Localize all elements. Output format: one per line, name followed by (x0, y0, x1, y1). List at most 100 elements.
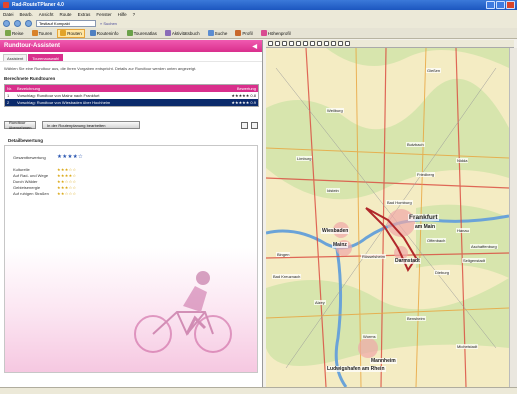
atlas-icon (126, 30, 133, 36)
row-name: Vorschlag: Rundtour von Wiesbaden über H… (17, 100, 111, 105)
menu-item[interactable]: ? (133, 12, 136, 17)
toolbar-button-aktivitaetsbuch[interactable]: Aktivitätsbuch (162, 29, 203, 38)
map-label: Worms (362, 334, 377, 339)
elevation-icon (260, 30, 267, 36)
rating-stars: ★★☆☆☆ (57, 178, 77, 184)
map-toolbar (266, 40, 514, 48)
row-rating: ★★★★★ 0.9 (231, 100, 256, 105)
tab-tourenauswahl[interactable]: Tourenauswahl (28, 54, 64, 61)
header-nr[interactable]: Nr. (7, 86, 17, 91)
search-link[interactable]: » Suchen (100, 21, 117, 26)
zoom-in-icon[interactable] (268, 41, 273, 46)
measure-icon[interactable] (296, 41, 301, 46)
route-draw-icon[interactable] (303, 41, 308, 46)
map-label: Hanau (456, 228, 470, 233)
main-toolbar: Reise Touren Routen Routeninfo Tourenatl… (0, 28, 517, 39)
gps-icon[interactable] (331, 41, 336, 46)
rundtour-assistant-panel: Rundtour-Assistent ◀ Assistent Tourenaus… (0, 40, 263, 387)
select-icon[interactable] (289, 41, 294, 46)
assistant-description: Wählen Sie eine Rundtour aus, die Ihren … (0, 61, 262, 73)
toolbar-button-routen[interactable]: Routen (57, 28, 85, 38)
toolbar-button-profil[interactable]: Profil (232, 29, 255, 38)
rating-row: Gesamtbewertung ★★★★☆ (13, 154, 83, 160)
row-nr: 2 (7, 100, 10, 105)
show-route-button[interactable]: Rundtour übernehmen (4, 120, 36, 130)
rating-row: Gebietsenergie ★★★☆☆ (13, 184, 83, 190)
toolbar-button-suche[interactable]: Suche (205, 29, 231, 38)
rating-row: Kulturelle ★★★☆☆ (13, 166, 83, 172)
map-view[interactable]: Frankfurt am Main Wiesbaden Mainz Darmst… (266, 48, 509, 387)
details-box: Detailbewertung Gesamtbewertung ★★★★☆ Ku… (4, 138, 258, 373)
assistant-title: Rundtour-Assistent (4, 43, 60, 49)
map-graphic (266, 48, 509, 387)
assistant-tabs: Assistent Tourenauswahl (0, 52, 262, 61)
rating-stars: ★★★☆☆ (57, 166, 77, 172)
menu-item[interactable]: Fenster (96, 12, 111, 17)
zoom-out-icon[interactable] (275, 41, 280, 46)
map-label: Rüsselsheim (361, 254, 386, 259)
toolbar-button-touren[interactable]: Touren (29, 29, 56, 38)
pan-icon[interactable] (282, 41, 287, 46)
close-button[interactable] (506, 1, 515, 9)
map-label: Limburg (296, 156, 313, 161)
maximize-button[interactable] (496, 1, 505, 9)
menu-item[interactable]: Bearb. (20, 12, 33, 17)
table-row[interactable]: 1 Vorschlag: Rundtour von Mainz nach Fra… (5, 92, 258, 99)
map-label: Idstein (326, 188, 340, 193)
map-label: Gießen (426, 68, 442, 73)
rating-stars: ★★☆☆☆ (57, 190, 77, 196)
title-bar: Rad-RouteTPlaner 4.0 (0, 0, 517, 10)
edit-route-button[interactable]: In der Routenplanung bearbeiten (42, 121, 140, 129)
routen-icon (60, 30, 67, 36)
rating-label: Auf Rad- und Wege (13, 172, 49, 178)
print-map-icon[interactable] (324, 41, 329, 46)
forward-icon[interactable] (14, 19, 21, 27)
app-icon (3, 2, 9, 8)
info-icon[interactable] (338, 41, 343, 46)
map-label: Bad Homburg (386, 200, 413, 205)
book-icon (164, 30, 171, 36)
menu-item[interactable]: Route (60, 12, 72, 17)
header-name[interactable]: Bezeichnung (17, 86, 228, 91)
map-label: Seligenstadt (462, 258, 487, 263)
layer-icon[interactable] (317, 41, 322, 46)
toolbar-button-hoehenprofil[interactable]: Höhenprofil (258, 29, 294, 38)
waypoint-icon[interactable] (310, 41, 315, 46)
minimize-button[interactable] (486, 1, 495, 9)
map-label: Bad Kreuznach (272, 274, 302, 279)
back-icon[interactable] (3, 19, 10, 27)
table-row[interactable]: 2 Vorschlag: Rundtour von Wiesbaden über… (5, 99, 258, 106)
map-label: Aschaffenburg (470, 244, 498, 249)
project-combo[interactable]: Testlauf Kompakt (36, 19, 96, 27)
map-label: Frankfurt (408, 214, 439, 221)
map-label: Mainz (332, 242, 348, 248)
map-label: Mannheim (370, 358, 397, 364)
refresh-icon[interactable] (345, 41, 350, 46)
map-label: Michelstadt (456, 344, 479, 349)
rating-label: Kulturelle (13, 166, 30, 172)
header-rating[interactable]: Bewertung (228, 86, 256, 91)
map-label: Alzey (314, 300, 326, 305)
print-icon[interactable] (241, 121, 248, 129)
menu-item[interactable]: Hilfe (118, 12, 127, 17)
menu-item[interactable]: Ansicht (39, 12, 54, 17)
export-icon[interactable] (251, 121, 258, 129)
toolbar-button-reise[interactable]: Reise (2, 29, 27, 38)
rating-row: Durch Wälder ★★☆☆☆ (13, 178, 83, 184)
menu-bar: Datei Bearb. Ansicht Route Extras Fenste… (0, 10, 517, 18)
profile-icon (235, 30, 242, 36)
rating-stars: ★★★★☆ (57, 172, 77, 178)
tab-assistent[interactable]: Assistent (3, 54, 28, 61)
menu-item[interactable]: Datei (3, 12, 14, 17)
map-label: Darmstadt (394, 258, 421, 264)
assistant-header: Rundtour-Assistent ◀ (0, 40, 262, 52)
menu-item[interactable]: Extras (78, 12, 91, 17)
pin-icon[interactable]: ◀ (252, 43, 257, 50)
home-icon[interactable] (25, 19, 32, 27)
status-bar (0, 387, 517, 394)
toolbar-button-tourenatlas[interactable]: Tourenatlas (124, 29, 160, 38)
map-scrollbar[interactable] (509, 48, 517, 387)
search-icon (207, 30, 214, 36)
map-label: Ludwigshafen am Rhein (326, 366, 386, 372)
toolbar-button-routeninfo[interactable]: Routeninfo (87, 29, 122, 38)
